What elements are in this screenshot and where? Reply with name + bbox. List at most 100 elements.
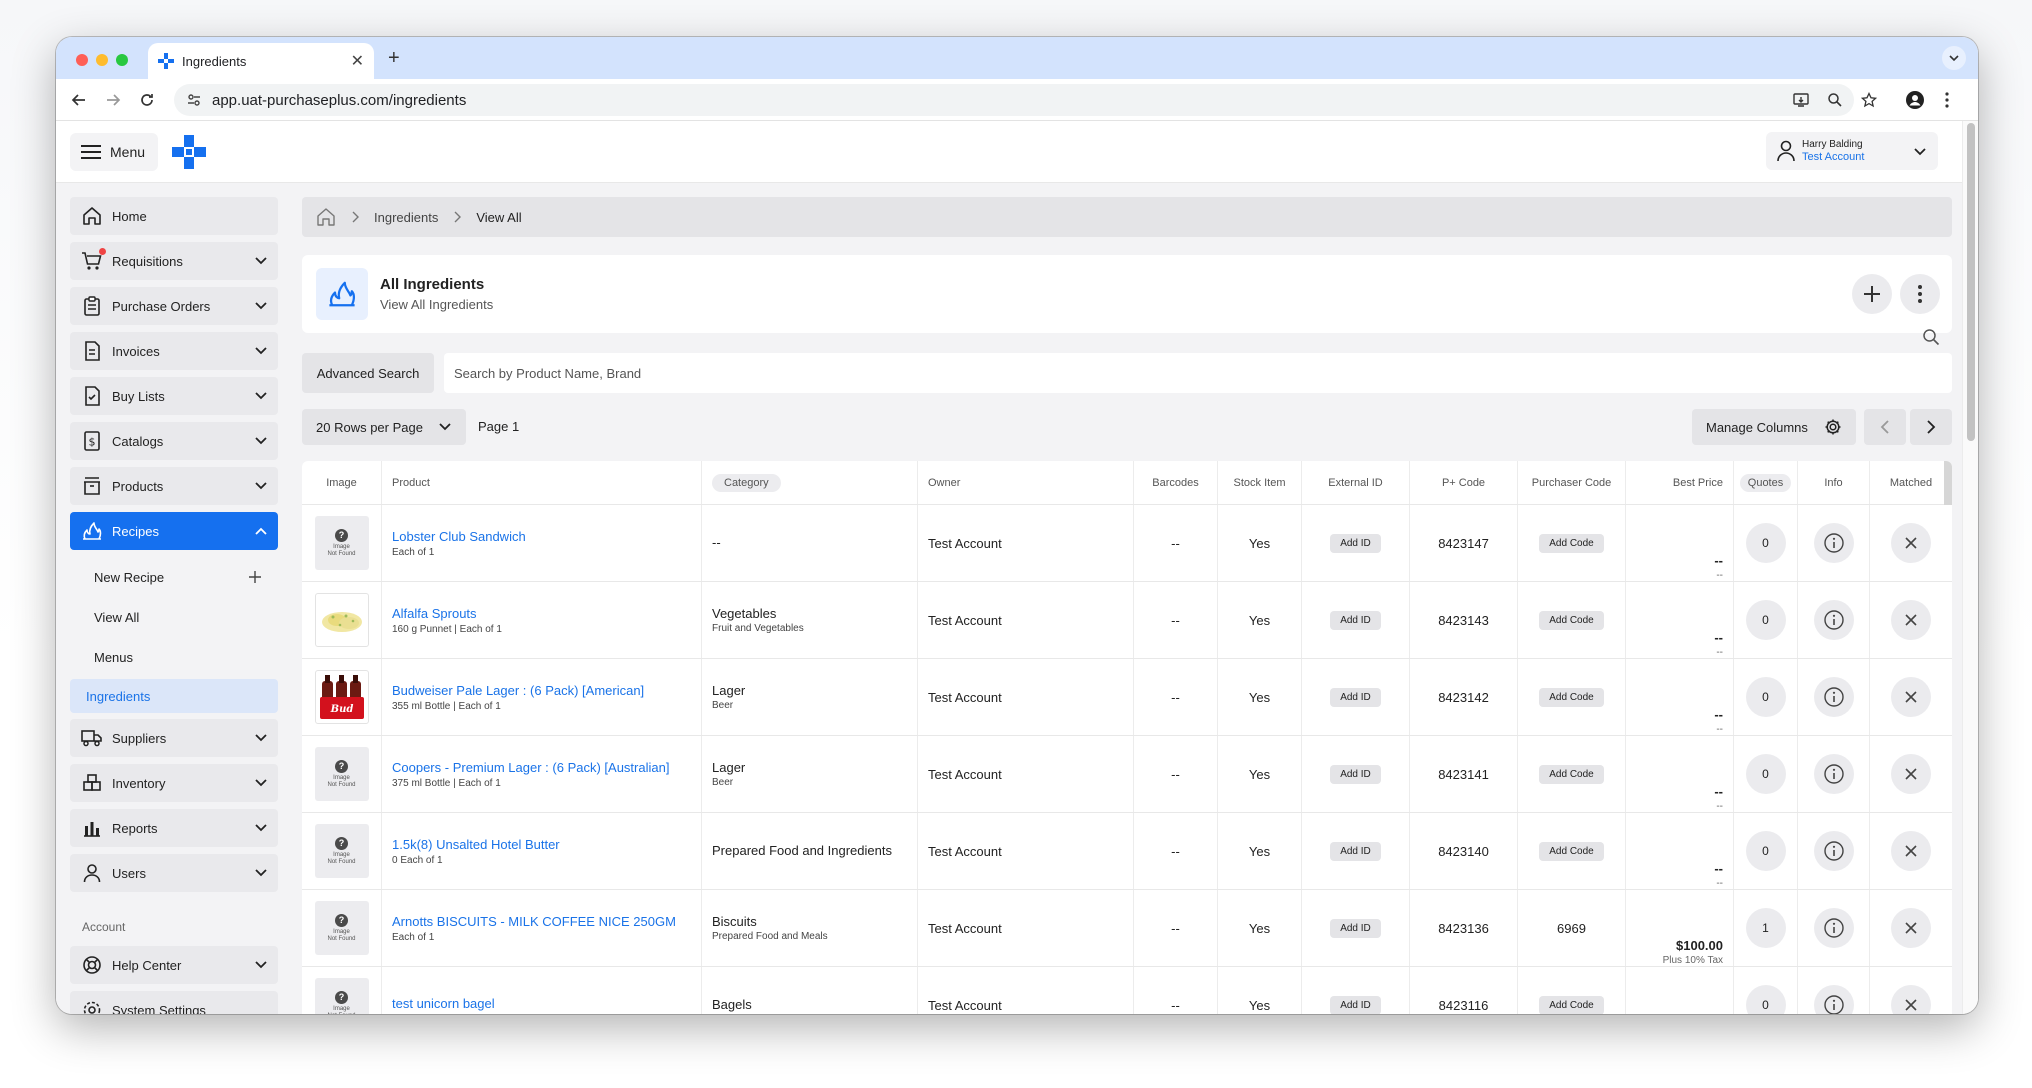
table-scroll-thumb[interactable] (1944, 461, 1952, 505)
sidebar-subitem-menus[interactable]: Menus (70, 637, 278, 677)
menu-button[interactable]: Menu (70, 133, 158, 171)
sidebar-item-home[interactable]: Home (70, 197, 278, 235)
advanced-search-button[interactable]: Advanced Search (302, 353, 434, 393)
tab-search-button[interactable] (1942, 46, 1966, 70)
info-button[interactable] (1813, 677, 1854, 717)
add-code-button[interactable]: Add Code (1539, 764, 1604, 784)
sidebar-item-buy-lists[interactable]: Buy Lists (70, 377, 278, 415)
add-code-button[interactable]: Add Code (1539, 610, 1604, 630)
add-id-button[interactable]: Add ID (1330, 995, 1381, 1014)
next-page-button[interactable] (1910, 409, 1952, 445)
site-settings-icon[interactable] (186, 92, 202, 108)
add-id-button[interactable]: Add ID (1330, 764, 1381, 784)
cell-external-id: Add ID (1302, 967, 1410, 1014)
previous-page-button[interactable] (1864, 409, 1906, 445)
install-app-icon[interactable] (1788, 87, 1814, 113)
category-filter-pill[interactable]: Category (712, 473, 781, 492)
add-id-button[interactable]: Add ID (1330, 918, 1381, 938)
maximize-window-button[interactable] (116, 54, 128, 66)
add-id-button[interactable]: Add ID (1330, 687, 1381, 707)
browser-menu-icon[interactable] (1934, 87, 1960, 113)
page-scrollbar[interactable] (1962, 121, 1978, 1014)
bookmark-star-icon[interactable] (1856, 87, 1882, 113)
unmatched-button[interactable] (1891, 754, 1931, 794)
sidebar-subitem-view-all[interactable]: View All (70, 597, 278, 637)
quotes-filter-pill[interactable]: Quotes (1739, 473, 1792, 492)
info-button[interactable] (1813, 908, 1854, 948)
info-button[interactable] (1813, 523, 1854, 563)
sidebar-item-users[interactable]: Users (70, 854, 278, 892)
sidebar-item-suppliers[interactable]: Suppliers (70, 719, 278, 757)
quotes-count-button[interactable]: 0 (1745, 754, 1786, 794)
plus-icon[interactable] (248, 570, 262, 584)
sidebar-subitem-ingredients[interactable]: Ingredients (70, 679, 278, 713)
quotes-count-button[interactable]: 0 (1745, 677, 1786, 717)
user-account-dropdown[interactable]: Harry Balding Test Account (1766, 132, 1938, 170)
add-code-button[interactable]: Add Code (1539, 995, 1604, 1014)
sidebar-item-purchase-orders[interactable]: Purchase Orders (70, 287, 278, 325)
scrollbar-thumb[interactable] (1967, 123, 1975, 441)
profile-avatar-icon[interactable] (1902, 87, 1928, 113)
product-link[interactable]: test unicorn bagel (392, 996, 495, 1012)
address-bar[interactable]: app.uat-purchaseplus.com/ingredients (174, 84, 1854, 116)
quotes-count-button[interactable]: 0 (1745, 600, 1786, 640)
add-id-button[interactable]: Add ID (1330, 841, 1381, 861)
product-link[interactable]: 1.5k(8) Unsalted Hotel Butter (392, 837, 560, 853)
unmatched-button[interactable] (1891, 985, 1931, 1014)
unmatched-button[interactable] (1891, 908, 1931, 948)
product-link[interactable]: Budweiser Pale Lager : (6 Pack) [America… (392, 683, 644, 699)
unmatched-button[interactable] (1891, 600, 1931, 640)
close-window-button[interactable] (76, 54, 88, 66)
sidebar-item-requisitions[interactable]: Requisitions (70, 242, 278, 280)
sidebar-item-system-settings[interactable]: System Settings (70, 991, 278, 1014)
more-options-button[interactable] (1900, 274, 1940, 314)
column-header-quotes[interactable]: Quotes (1734, 461, 1798, 504)
search-input[interactable] (444, 353, 1952, 393)
product-link[interactable]: Coopers - Premium Lager : (6 Pack) [Aust… (392, 760, 669, 776)
quotes-count-button[interactable]: 1 (1745, 908, 1786, 948)
zoom-icon[interactable] (1822, 87, 1848, 113)
reload-button[interactable] (134, 87, 160, 113)
add-id-button[interactable]: Add ID (1330, 610, 1381, 630)
unmatched-button[interactable] (1891, 831, 1931, 871)
column-header-category[interactable]: Category (702, 461, 918, 504)
search-icon[interactable] (1922, 328, 1940, 351)
add-ingredient-button[interactable] (1852, 274, 1892, 314)
sidebar-item-inventory[interactable]: Inventory (70, 764, 278, 802)
purchaseplus-logo-icon[interactable] (172, 135, 206, 169)
sidebar-item-recipes[interactable]: Recipes (70, 512, 278, 550)
sidebar-item-help-center[interactable]: Help Center (70, 946, 278, 984)
sidebar-subitem-new-recipe[interactable]: New Recipe (70, 557, 278, 597)
new-tab-button[interactable]: + (388, 46, 400, 70)
close-tab-icon[interactable]: ✕ (351, 51, 364, 71)
sidebar-item-reports[interactable]: Reports (70, 809, 278, 847)
info-button[interactable] (1813, 831, 1854, 871)
minimize-window-button[interactable] (96, 54, 108, 66)
browser-tab[interactable]: Ingredients ✕ (148, 43, 374, 79)
back-button[interactable] (66, 87, 92, 113)
home-icon[interactable] (316, 207, 336, 227)
quotes-count-button[interactable]: 0 (1745, 523, 1786, 563)
add-code-button[interactable]: Add Code (1539, 841, 1604, 861)
add-code-button[interactable]: Add Code (1539, 687, 1604, 707)
add-id-button[interactable]: Add ID (1330, 533, 1381, 553)
product-link[interactable]: Alfalfa Sprouts (392, 606, 477, 622)
forward-button[interactable] (100, 87, 126, 113)
sidebar-item-invoices[interactable]: Invoices (70, 332, 278, 370)
manage-columns-button[interactable]: Manage Columns (1692, 409, 1856, 445)
info-button[interactable] (1813, 754, 1854, 794)
product-link[interactable]: Lobster Club Sandwich (392, 529, 526, 545)
product-link[interactable]: Arnotts BISCUITS - MILK COFFEE NICE 250G… (392, 914, 676, 930)
sidebar-item-catalogs[interactable]: $ Catalogs (70, 422, 278, 460)
add-code-button[interactable]: Add Code (1539, 533, 1604, 553)
rows-per-page-select[interactable]: 20 Rows per Page (302, 409, 466, 445)
column-header-product[interactable]: Product (382, 461, 702, 504)
quotes-count-button[interactable]: 0 (1745, 985, 1786, 1014)
sidebar-item-products[interactable]: Products (70, 467, 278, 505)
unmatched-button[interactable] (1891, 523, 1931, 563)
breadcrumb-ingredients[interactable]: Ingredients (374, 210, 438, 225)
info-button[interactable] (1813, 600, 1854, 640)
unmatched-button[interactable] (1891, 677, 1931, 717)
info-button[interactable] (1813, 985, 1854, 1014)
quotes-count-button[interactable]: 0 (1745, 831, 1786, 871)
